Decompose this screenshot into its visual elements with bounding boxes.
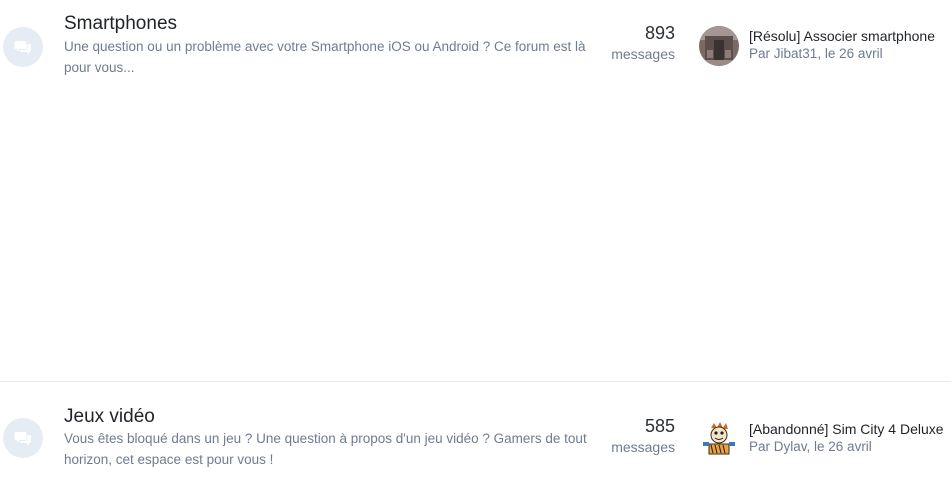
avatar[interactable] [699, 418, 739, 458]
forum-list: Smartphones Une question ou un problème … [0, 0, 951, 482]
message-label: messages [611, 439, 675, 455]
last-post: [Résolu] Associer smartphone Par Jibat31… [749, 27, 949, 63]
forum-description: Vous êtes bloqué dans un jeu ? Une quest… [64, 431, 587, 467]
last-post-meta: Par Jibat31, le 26 avril [749, 45, 949, 63]
last-post: [Abandonné] Sim City 4 Deluxe Par Dylav,… [749, 420, 949, 456]
last-post-by: Par [749, 46, 774, 61]
message-label: messages [611, 46, 675, 62]
last-post-title[interactable]: [Abandonné] Sim City 4 Deluxe [749, 420, 949, 438]
chat-bubbles-icon [3, 418, 43, 458]
message-stats: 893 messages [590, 22, 675, 64]
message-count: 893 [644, 23, 675, 43]
message-count: 585 [644, 416, 675, 436]
forum-description: Une question ou un problème avec votre S… [64, 39, 586, 75]
chat-bubbles-icon [3, 27, 43, 67]
last-post-date: , le 26 avril [817, 46, 883, 61]
forum-row: Jeux vidéo Vous êtes bloqué dans un jeu … [0, 381, 951, 482]
last-post-author[interactable]: Jibat31 [774, 46, 818, 61]
forum-row: Smartphones Une question ou un problème … [0, 0, 951, 381]
message-stats: 585 messages [590, 415, 675, 457]
avatar[interactable] [699, 26, 739, 66]
last-post-date: , le 26 avril [806, 439, 872, 454]
last-post-meta: Par Dylav, le 26 avril [749, 438, 949, 456]
last-post-by: Par [749, 439, 774, 454]
last-post-title[interactable]: [Résolu] Associer smartphone [749, 27, 949, 45]
last-post-author[interactable]: Dylav [774, 439, 807, 454]
forum-title[interactable]: Jeux vidéo [64, 406, 155, 428]
forum-title[interactable]: Smartphones [64, 13, 177, 35]
